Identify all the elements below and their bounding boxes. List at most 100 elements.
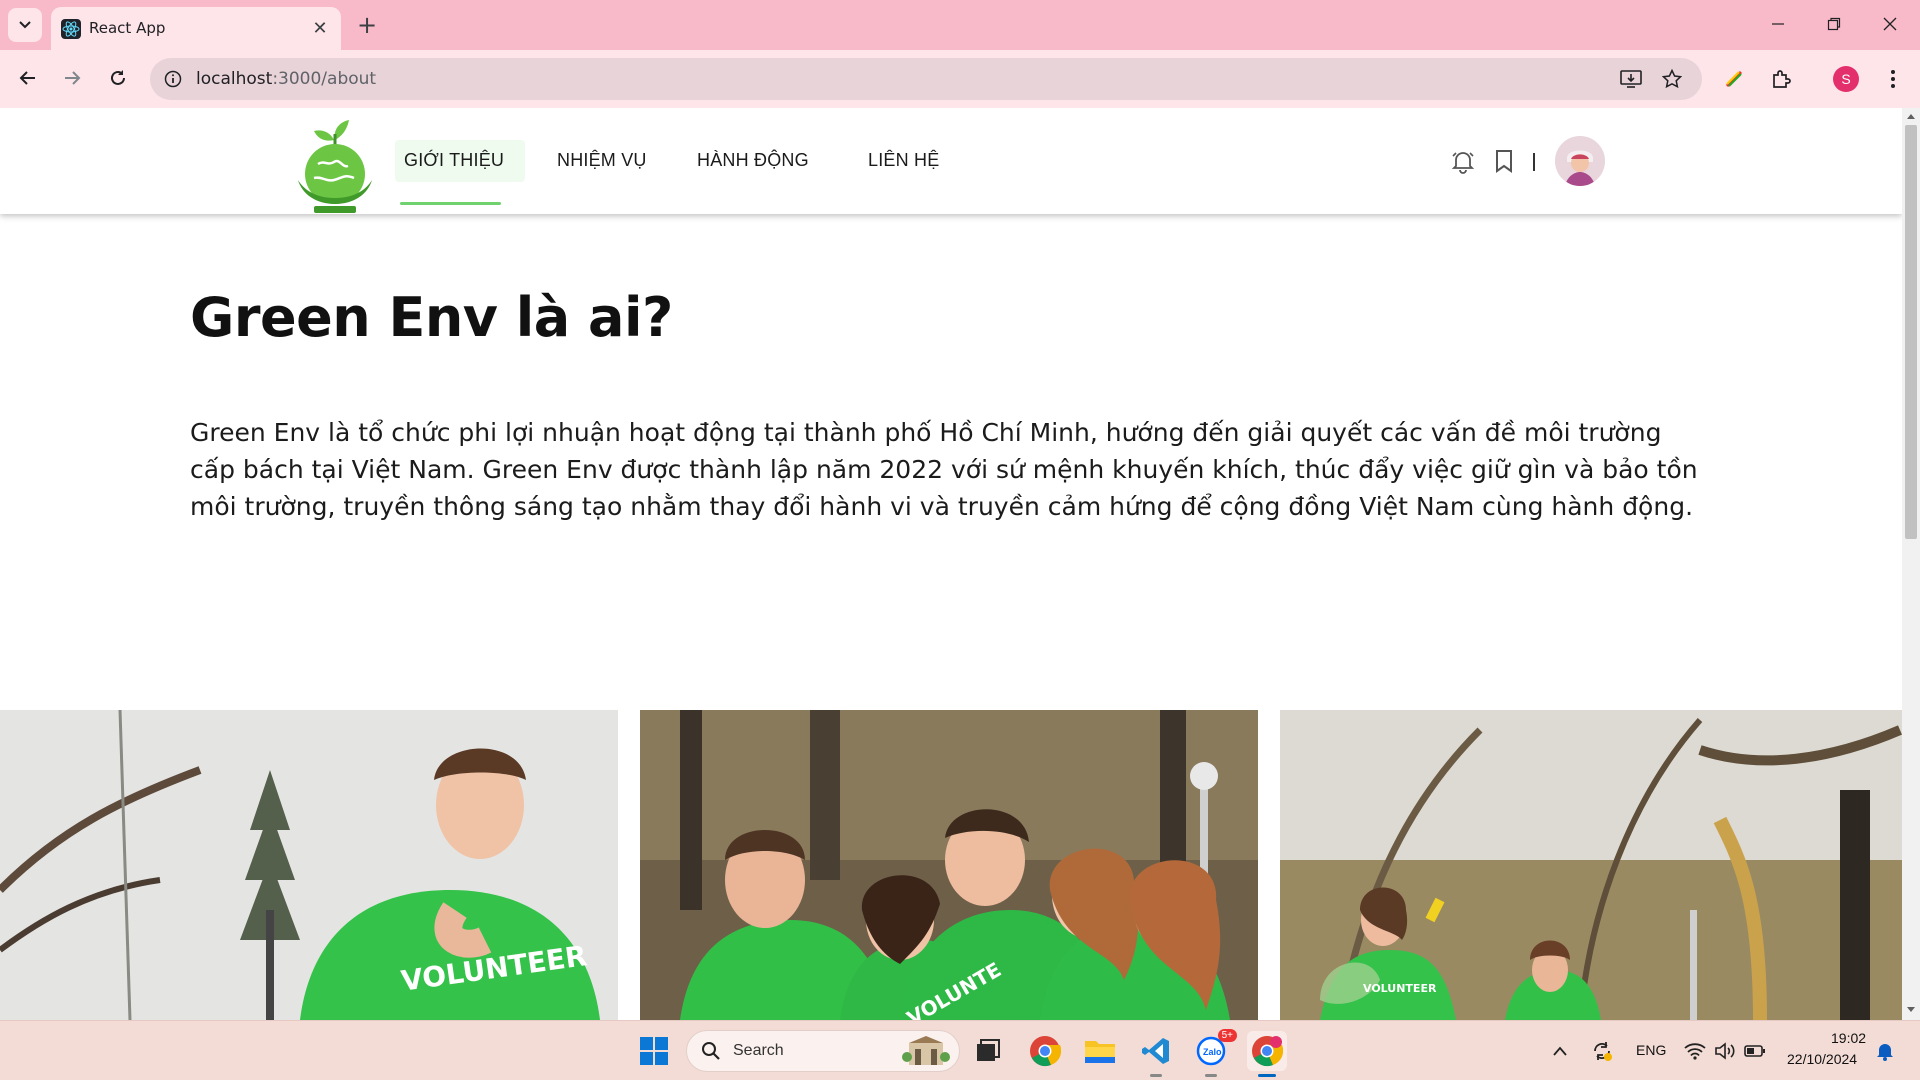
- page-viewport: GIỚI THIỆU NHIỆM VỤ HÀNH ĐỘNG LIÊN HỆ Gr…: [0, 108, 1902, 1020]
- volunteer-photo-1: VOLUNTEER: [0, 710, 618, 1020]
- nav-item-lien-he[interactable]: LIÊN HỆ: [868, 150, 939, 171]
- windows-taskbar: Search Zalo 5+ ENG 19:02 22/10/2024: [0, 1020, 1920, 1080]
- page-title: Green Env là ai?: [190, 286, 673, 349]
- chevron-up-icon: [1553, 1046, 1567, 1056]
- close-window-button[interactable]: [1862, 0, 1918, 48]
- tray-battery-button[interactable]: [1740, 1031, 1770, 1071]
- tray-sync-button[interactable]: [1586, 1031, 1618, 1071]
- search-highlight-icon: [902, 1036, 950, 1065]
- taskbar-chrome-1[interactable]: [1025, 1031, 1065, 1071]
- user-avatar[interactable]: [1555, 136, 1605, 186]
- minimize-icon: [1772, 23, 1784, 25]
- taskbar-search[interactable]: Search: [686, 1030, 960, 1072]
- arrow-left-icon: [19, 71, 35, 85]
- scroll-up-icon[interactable]: [1906, 112, 1916, 120]
- feather-icon: [1725, 70, 1743, 88]
- nav-item-gioi-thieu[interactable]: GIỚI THIỆU: [404, 150, 504, 171]
- search-icon: [702, 1042, 720, 1060]
- language-indicator[interactable]: ENG: [1636, 1042, 1666, 1058]
- svg-text:Zalo: Zalo: [1203, 1047, 1222, 1057]
- site-header: GIỚI THIỆU NHIỆM VỤ HÀNH ĐỘNG LIÊN HỆ: [0, 108, 1902, 214]
- green-env-logo[interactable]: [290, 110, 380, 214]
- install-app-icon[interactable]: [1620, 69, 1642, 89]
- page-scrollbar[interactable]: [1902, 108, 1920, 1020]
- tray-volume-button[interactable]: [1710, 1031, 1740, 1071]
- more-vertical-icon: [1891, 70, 1895, 88]
- back-button[interactable]: [8, 58, 48, 98]
- bookmark-star-icon[interactable]: [1662, 69, 1682, 89]
- restore-icon: [1827, 17, 1841, 31]
- extension-colorful-icon[interactable]: [1716, 61, 1752, 97]
- intro-paragraph: Green Env là tổ chức phi lợi nhuận hoạt …: [190, 418, 1698, 521]
- chrome-active-indicator: [1258, 1074, 1276, 1077]
- wifi-icon: [1684, 1043, 1706, 1060]
- tab-search-button[interactable]: [8, 8, 42, 42]
- saved-button[interactable]: [1487, 144, 1521, 178]
- volunteer-photo-2: VOLUNTE: [640, 710, 1258, 1020]
- forward-button[interactable]: [52, 58, 92, 98]
- browser-toolbar: localhost:3000/about S: [0, 50, 1920, 108]
- notifications-center-button[interactable]: [1870, 1031, 1900, 1071]
- start-button[interactable]: [634, 1031, 674, 1071]
- speaker-icon: [1715, 1042, 1735, 1060]
- new-tab-button[interactable]: +: [350, 8, 384, 42]
- chrome-icon: [1030, 1036, 1061, 1067]
- nav-active-underline: [400, 202, 501, 205]
- tab-close-icon[interactable]: ✕: [307, 15, 333, 41]
- zalo-running-indicator: [1205, 1074, 1217, 1077]
- taskbar-vscode[interactable]: [1136, 1031, 1176, 1077]
- volunteer-photo-3-shirt-text: VOLUNTEER: [1363, 982, 1437, 995]
- notification-button[interactable]: [1446, 144, 1480, 178]
- notification-bell-icon: [1877, 1044, 1893, 1061]
- avatar-illustration: [1555, 136, 1605, 186]
- folder-icon: [1085, 1041, 1115, 1063]
- taskbar-zalo[interactable]: Zalo 5+: [1191, 1029, 1237, 1077]
- profile-initial: S: [1833, 66, 1859, 92]
- scrollbar-thumb[interactable]: [1905, 125, 1917, 539]
- bell-icon: [1451, 152, 1475, 174]
- clock-date: 22/10/2024: [1787, 1051, 1858, 1067]
- battery-icon: [1744, 1045, 1765, 1057]
- minimize-button[interactable]: [1750, 0, 1806, 48]
- volunteer-photo-1-image: VOLUNTEER: [0, 710, 618, 1020]
- task-view-button[interactable]: [968, 1031, 1008, 1071]
- sync-icon: [1594, 1042, 1612, 1061]
- arrow-right-icon: [65, 71, 81, 85]
- restore-button[interactable]: [1806, 0, 1862, 48]
- taskbar-search-label: Search: [733, 1042, 784, 1059]
- profile-button[interactable]: S: [1828, 61, 1864, 97]
- browser-tab-strip: React App ✕ +: [0, 0, 1920, 50]
- reload-icon: [111, 70, 125, 85]
- chevron-down-icon: [19, 21, 31, 29]
- taskbar-file-explorer[interactable]: [1080, 1031, 1120, 1071]
- url-host: localhost: [196, 69, 273, 89]
- nav-item-hanh-dong[interactable]: HÀNH ĐỘNG: [697, 150, 809, 171]
- header-divider: [1533, 153, 1535, 171]
- volunteer-photo-3: VOLUNTEER: [1280, 710, 1902, 1020]
- browser-tab-active[interactable]: React App ✕: [51, 7, 341, 50]
- url-text: localhost:3000/about: [196, 69, 376, 89]
- react-logo-icon: [61, 19, 81, 39]
- extensions-button[interactable]: [1763, 61, 1799, 97]
- clock-time: 19:02: [1831, 1030, 1867, 1046]
- taskbar-chrome-active[interactable]: [1247, 1031, 1287, 1077]
- url-path: :3000/about: [272, 69, 377, 89]
- windows-logo-icon: [640, 1037, 668, 1065]
- site-info-icon[interactable]: [164, 70, 182, 88]
- tray-overflow-button[interactable]: [1544, 1031, 1576, 1071]
- volunteer-photo-3-image: VOLUNTEER: [1280, 710, 1902, 1020]
- volunteer-photo-2-image: VOLUNTE: [640, 710, 1258, 1020]
- vscode-icon: [1142, 1038, 1169, 1064]
- tab-title: React App: [89, 19, 166, 37]
- scroll-down-icon[interactable]: [1906, 1006, 1916, 1014]
- nav-item-nhiem-vu[interactable]: NHIỆM VỤ: [557, 150, 647, 171]
- close-icon: [1883, 17, 1897, 31]
- tray-network-button[interactable]: [1680, 1031, 1710, 1071]
- chrome-profile-icon: [1252, 1036, 1283, 1067]
- browser-menu-button[interactable]: [1875, 61, 1911, 97]
- zalo-badge: 5+: [1217, 1029, 1237, 1042]
- vscode-running-indicator: [1150, 1074, 1162, 1077]
- reload-button[interactable]: [98, 58, 138, 98]
- bookmark-icon: [1496, 150, 1512, 173]
- address-bar[interactable]: localhost:3000/about: [150, 58, 1702, 100]
